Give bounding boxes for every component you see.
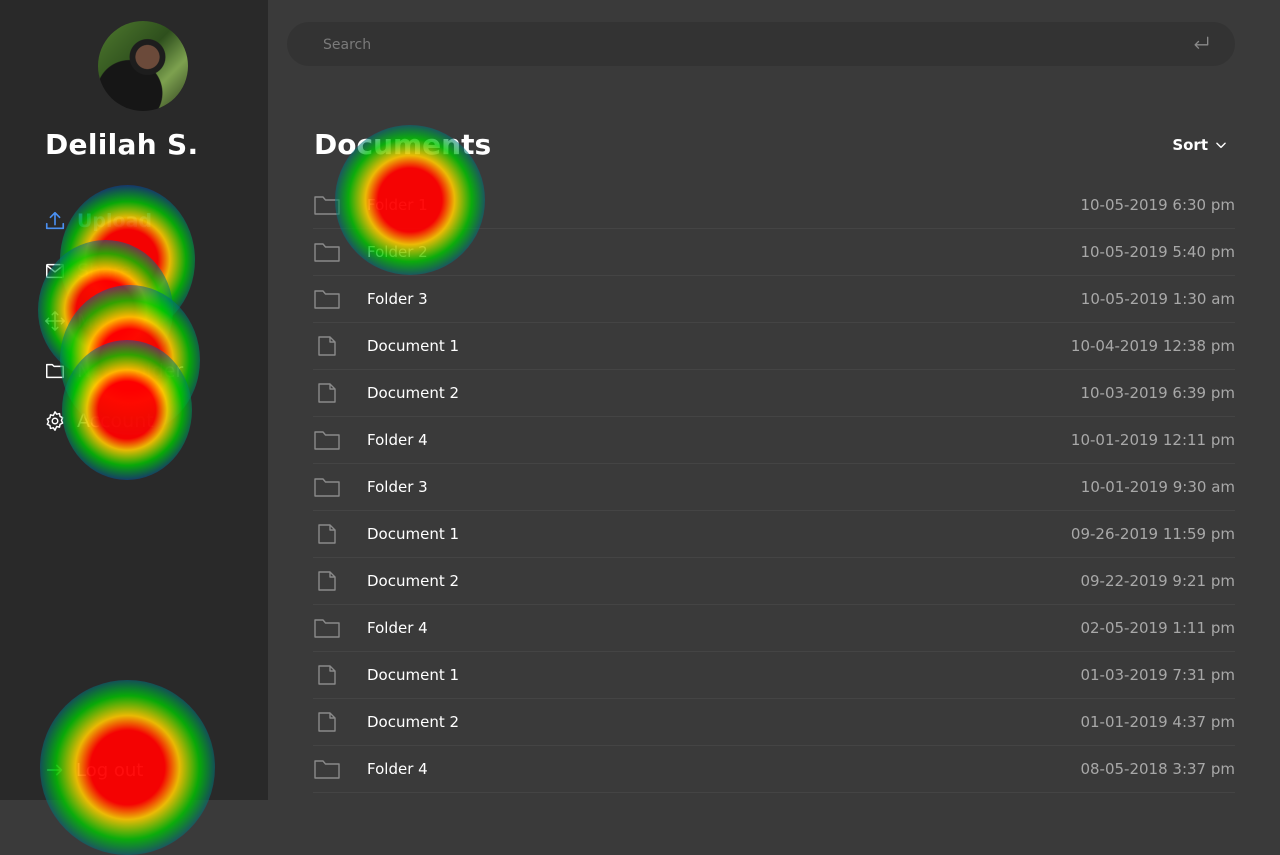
file-name: Document 2 (367, 384, 460, 402)
file-row[interactable]: Document 2 01-01-2019 4:37 pm (313, 699, 1235, 746)
mail-icon (44, 260, 66, 282)
sidebar-item-account[interactable]: Account (44, 396, 183, 446)
folder-icon (313, 194, 341, 216)
search-input[interactable] (321, 22, 1165, 68)
file-date: 02-05-2019 1:11 pm (1080, 619, 1235, 637)
file-date: 10-04-2019 12:38 pm (1070, 337, 1235, 355)
file-date: 10-05-2019 5:40 pm (1080, 243, 1235, 261)
file-name: Folder 4 (367, 619, 428, 637)
file-row[interactable]: Folder 4 02-05-2019 1:11 pm (313, 605, 1235, 652)
chevron-down-icon (1216, 142, 1226, 149)
file-name: Folder 3 (367, 290, 428, 308)
file-row[interactable]: Folder 4 10-01-2019 12:11 pm (313, 417, 1235, 464)
file-name: Document 1 (367, 666, 460, 684)
file-row[interactable]: Folder 3 10-05-2019 1:30 am (313, 276, 1235, 323)
sidebar-item-share[interactable]: Share (44, 246, 183, 296)
file-name: Folder 4 (367, 431, 428, 449)
file-row[interactable]: Folder 2 10-05-2019 5:40 pm (313, 229, 1235, 276)
document-icon (313, 711, 341, 733)
file-row[interactable]: Document 2 09-22-2019 9:21 pm (313, 558, 1235, 605)
file-row[interactable]: Document 1 10-04-2019 12:38 pm (313, 323, 1235, 370)
file-name: Folder 3 (367, 478, 428, 496)
sidebar-item-label: Upload (77, 210, 153, 232)
file-date: 08-05-2018 3:37 pm (1080, 760, 1235, 778)
sidebar-item-move[interactable]: Move (44, 296, 183, 346)
file-date: 09-26-2019 11:59 pm (1070, 525, 1235, 543)
file-name: Document 1 (367, 525, 460, 543)
file-row[interactable]: Folder 1 10-05-2019 6:30 pm (313, 182, 1235, 229)
document-icon (313, 664, 341, 686)
file-list: Folder 1 10-05-2019 6:30 pm Folder 2 10-05-… (313, 182, 1235, 793)
page-title: Documents (314, 128, 492, 161)
sidebar-item-new-folder[interactable]: New Folder (44, 346, 183, 396)
main-content: Documents Sort Folder 1 10-05-2019 6:30 p… (268, 0, 1280, 800)
sidebar-item-label: Move (77, 310, 128, 332)
gear-icon (44, 410, 66, 432)
folder-icon (313, 429, 341, 451)
document-icon (313, 570, 341, 592)
sort-label: Sort (1172, 136, 1208, 154)
file-name: Document 1 (367, 337, 460, 355)
file-date: 10-01-2019 12:11 pm (1070, 431, 1235, 449)
file-row[interactable]: Document 2 10-03-2019 6:39 pm (313, 370, 1235, 417)
file-name: Document 2 (367, 713, 460, 731)
file-date: 10-03-2019 6:39 pm (1080, 384, 1235, 402)
sidebar: Delilah S. Upload Share Move New Folder (0, 0, 268, 800)
logout-button[interactable]: Log out (44, 757, 204, 783)
upload-icon (44, 210, 66, 232)
folder-icon (44, 360, 66, 382)
avatar[interactable] (98, 21, 188, 111)
file-date: 10-01-2019 9:30 am (1080, 478, 1235, 496)
enter-icon[interactable] (1191, 34, 1211, 54)
document-icon (313, 382, 341, 404)
user-name: Delilah S. (45, 128, 199, 161)
file-date: 10-05-2019 6:30 pm (1080, 196, 1235, 214)
file-date: 09-22-2019 9:21 pm (1080, 572, 1235, 590)
search-bar (287, 22, 1235, 68)
file-name: Folder 2 (367, 243, 428, 261)
sidebar-item-label: Account (77, 410, 154, 432)
file-row[interactable]: Folder 4 08-05-2018 3:37 pm (313, 746, 1235, 793)
file-date: 01-03-2019 7:31 pm (1080, 666, 1235, 684)
file-name: Document 2 (367, 572, 460, 590)
file-date: 01-01-2019 4:37 pm (1080, 713, 1235, 731)
sidebar-item-label: Share (77, 260, 132, 282)
file-name: Folder 1 (367, 196, 428, 214)
sidebar-item-label: New Folder (77, 360, 184, 382)
sidebar-nav: Upload Share Move New Folder Account (44, 196, 183, 446)
file-date: 10-05-2019 1:30 am (1080, 290, 1235, 308)
file-row[interactable]: Document 1 09-26-2019 11:59 pm (313, 511, 1235, 558)
file-row[interactable]: Folder 3 10-01-2019 9:30 am (313, 464, 1235, 511)
document-icon (313, 335, 341, 357)
file-row[interactable]: Document 1 01-03-2019 7:31 pm (313, 652, 1235, 699)
move-icon (44, 310, 66, 332)
logout-label: Log out (76, 759, 144, 781)
folder-icon (313, 476, 341, 498)
arrow-right-icon (44, 759, 66, 781)
folder-icon (313, 241, 341, 263)
folder-icon (313, 617, 341, 639)
sort-button[interactable]: Sort (1172, 136, 1228, 154)
document-icon (313, 523, 341, 545)
sidebar-item-upload[interactable]: Upload (44, 196, 183, 246)
folder-icon (313, 758, 341, 780)
file-name: Folder 4 (367, 760, 428, 778)
folder-icon (313, 288, 341, 310)
